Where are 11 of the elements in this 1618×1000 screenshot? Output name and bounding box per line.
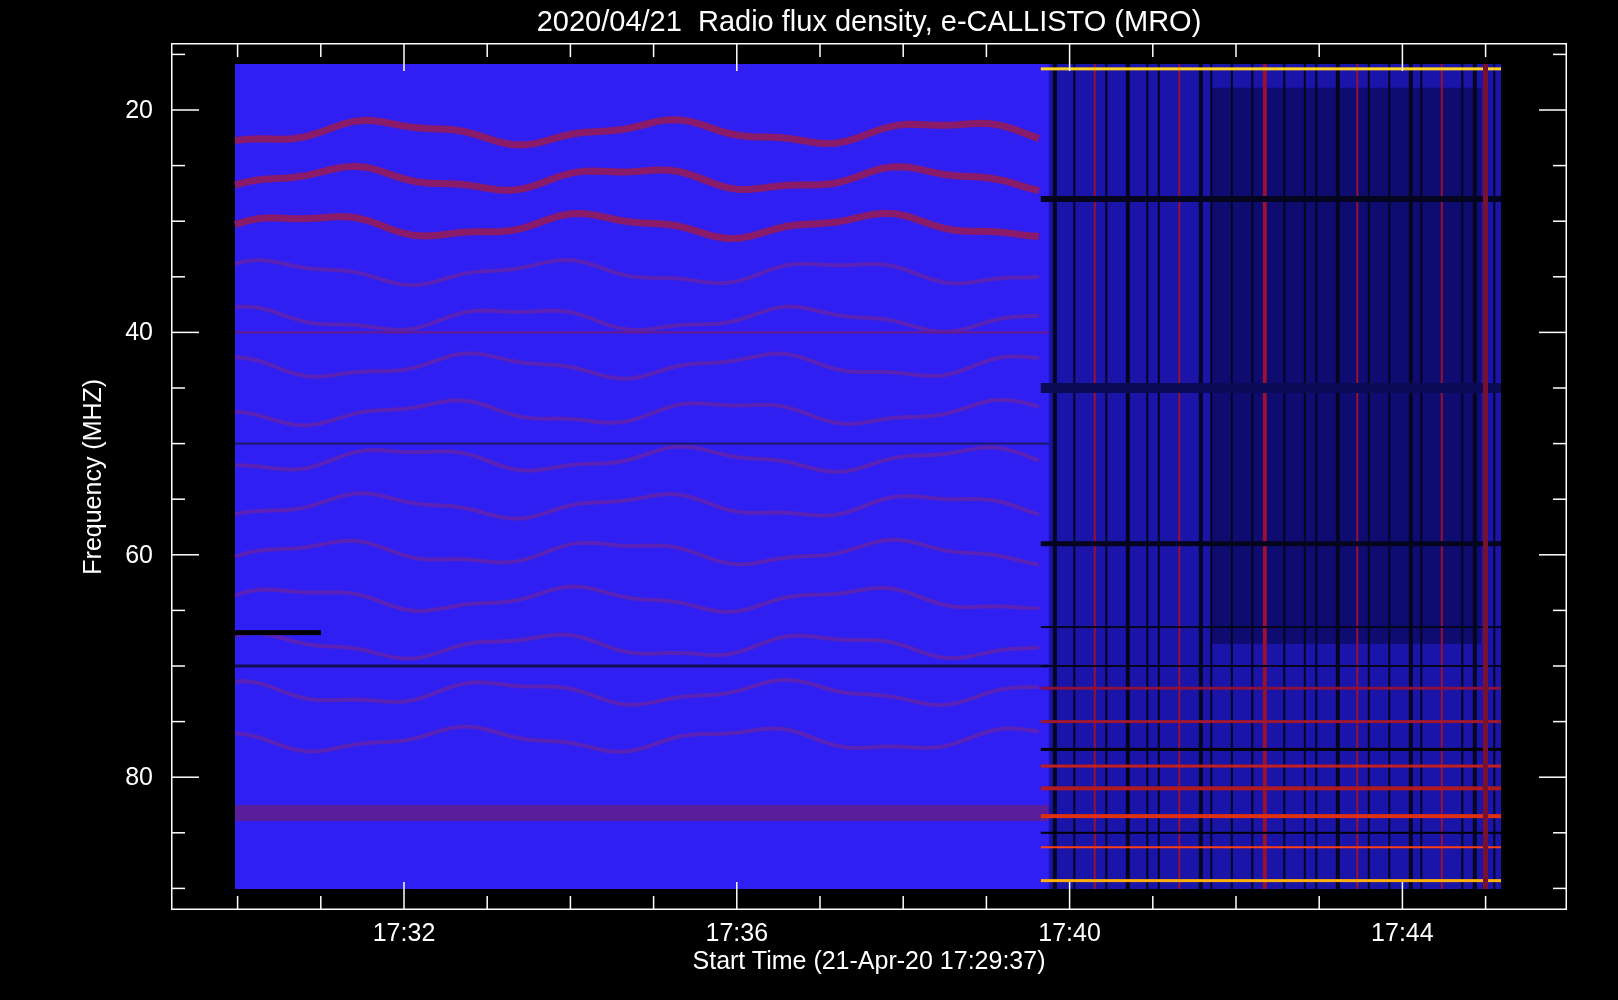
x-tick-label: 17:36 <box>705 920 769 945</box>
y-tick-label: 60 <box>125 541 153 567</box>
x-tick-label: 17:44 <box>1371 920 1434 945</box>
y-axis-label: Frequency (MHZ) <box>77 378 108 575</box>
x-axis-label: Start Time (21-Apr-20 17:29:37) <box>692 948 1046 973</box>
x-tick-label: 17:40 <box>1038 920 1101 945</box>
y-tick-label: 40 <box>125 319 153 345</box>
y-tick-label: 20 <box>125 97 153 122</box>
x-tick-label: 17:32 <box>372 920 436 945</box>
plot-title: 2020/04/21 Radio flux density, e-CALLISTO (MRO) <box>536 7 1202 36</box>
y-tick-label: 80 <box>125 764 153 790</box>
